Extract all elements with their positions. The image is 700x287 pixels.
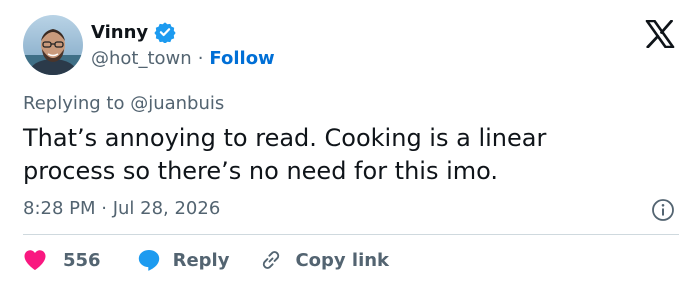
action-bar: 556 Reply Copy link — [23, 247, 389, 273]
replying-to-prefix: Replying to — [23, 93, 131, 114]
speech-bubble-icon — [138, 250, 159, 271]
copy-link-label: Copy link — [295, 249, 390, 271]
divider — [23, 234, 679, 235]
avatar[interactable] — [23, 15, 83, 75]
author-name[interactable]: Vinny — [91, 22, 148, 43]
separator-dot: · — [197, 48, 204, 69]
heart-icon — [24, 250, 46, 270]
author-handle[interactable]: @hot_town — [91, 48, 192, 69]
verified-badge-icon — [154, 21, 176, 44]
like-button[interactable]: 556 — [23, 249, 101, 271]
x-logo-icon[interactable] — [645, 19, 675, 49]
author-handle-row: @hot_town · Follow — [91, 48, 275, 69]
tweet-timestamp[interactable]: 8:28 PM · Jul 28, 2026 — [23, 198, 220, 219]
reply-button[interactable]: Reply — [137, 248, 230, 272]
author-name-row: Vinny — [91, 21, 176, 44]
copy-link-button[interactable]: Copy link — [259, 248, 389, 272]
info-icon[interactable] — [651, 198, 675, 222]
replying-to-mention[interactable]: @juanbuis — [130, 93, 224, 114]
reply-label: Reply — [172, 249, 230, 271]
like-count: 556 — [63, 249, 101, 271]
tweet-text: That’s annoying to read. Cooking is a li… — [23, 124, 547, 185]
replying-to-line: Replying to @juanbuis — [23, 93, 224, 114]
avatar-photo — [23, 15, 83, 75]
link-icon — [263, 251, 280, 269]
follow-button[interactable]: Follow — [209, 48, 274, 69]
